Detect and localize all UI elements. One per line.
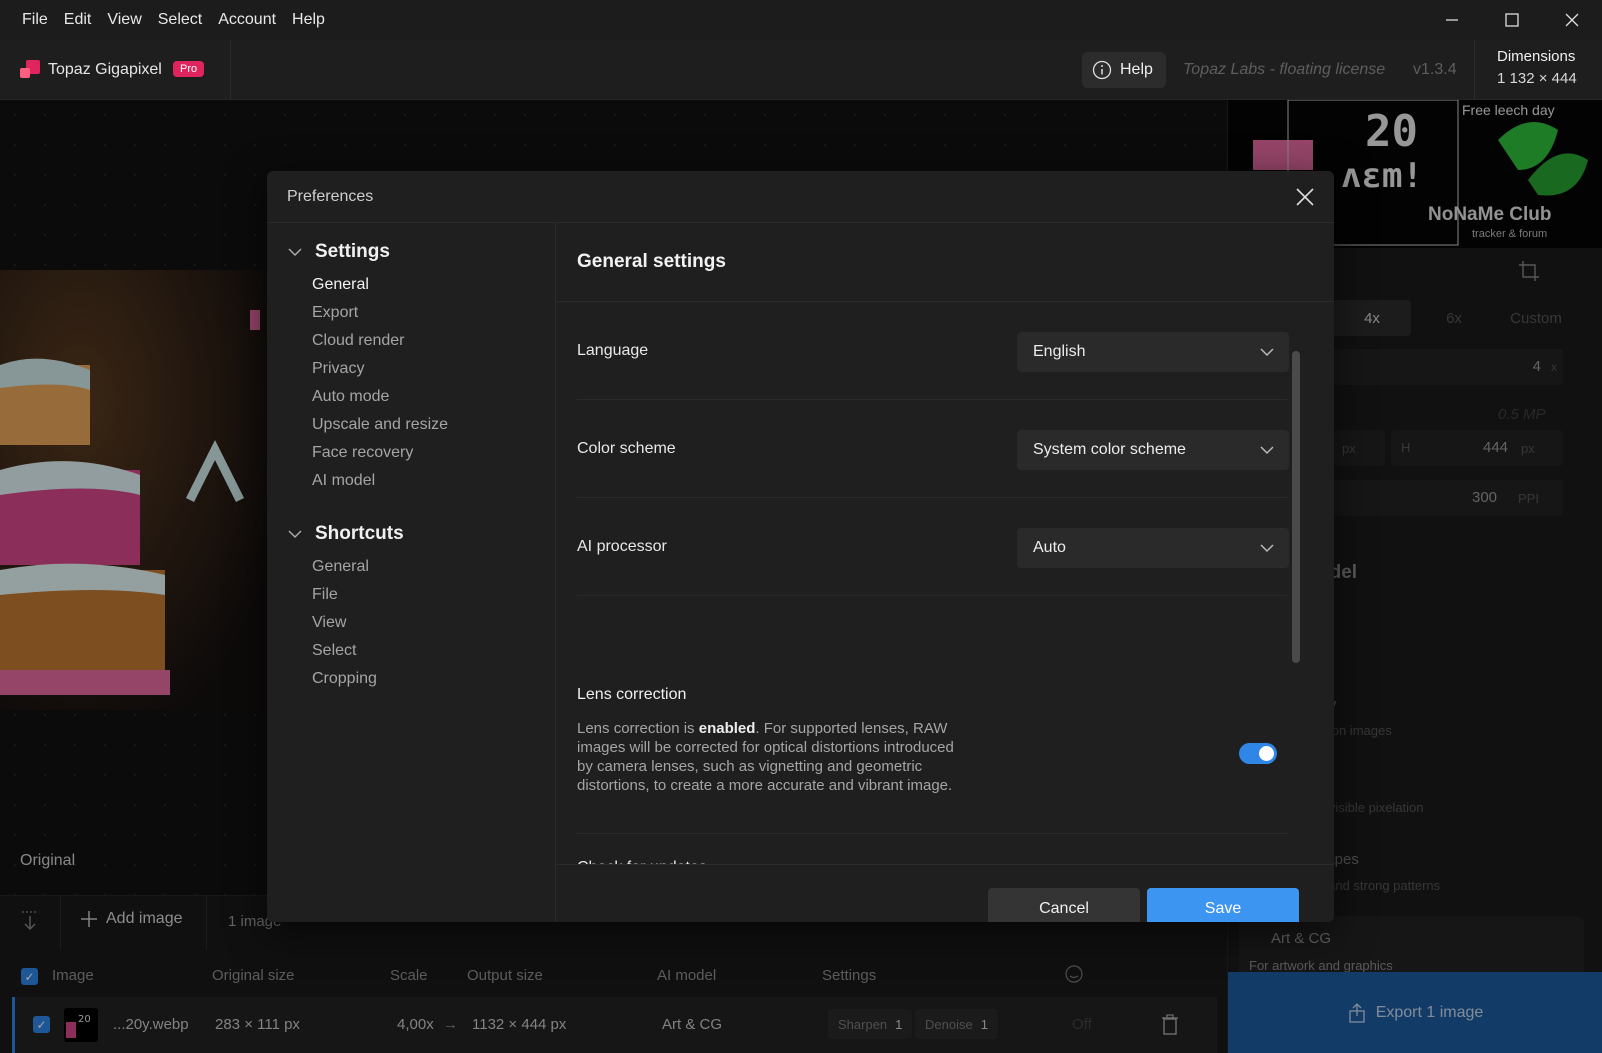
language-select[interactable]: English bbox=[1017, 332, 1289, 372]
color-scheme-select[interactable]: System color scheme bbox=[1017, 430, 1289, 470]
chevron-down-icon bbox=[1260, 348, 1274, 357]
save-button[interactable]: Save bbox=[1147, 888, 1299, 922]
lens-correction-description: Lens correction is enabled. For supporte… bbox=[577, 719, 957, 795]
cancel-button[interactable]: Cancel bbox=[988, 888, 1140, 922]
nav-group-settings[interactable]: Settings bbox=[287, 241, 390, 263]
header-divider bbox=[230, 40, 231, 100]
app-name: Topaz Gigapixel bbox=[48, 61, 162, 78]
nav-item-shortcut-file[interactable]: File bbox=[312, 586, 338, 604]
close-icon[interactable] bbox=[1290, 182, 1320, 212]
dialog-header: Preferences bbox=[267, 171, 1334, 223]
license-text: Topaz Labs - floating license bbox=[1183, 61, 1386, 78]
color-scheme-value: System color scheme bbox=[1033, 441, 1186, 458]
menu-edit[interactable]: Edit bbox=[56, 11, 100, 29]
language-label: Language bbox=[577, 342, 649, 359]
nav-item-shortcut-select[interactable]: Select bbox=[312, 642, 356, 660]
nav-item-cloud-render[interactable]: Cloud render bbox=[312, 332, 405, 350]
scrollbar-thumb[interactable] bbox=[1292, 351, 1300, 663]
ai-processor-row: AI processor Auto bbox=[577, 498, 1289, 596]
nav-item-shortcut-cropping[interactable]: Cropping bbox=[312, 670, 377, 688]
dialog-footer: Cancel Save bbox=[557, 864, 1334, 922]
nav-group-settings-label: Settings bbox=[315, 241, 390, 262]
menu-help[interactable]: Help bbox=[284, 11, 333, 29]
dialog-title: Preferences bbox=[287, 188, 374, 205]
color-scheme-row: Color scheme System color scheme bbox=[577, 400, 1289, 498]
app-header: Topaz Gigapixel Pro Help Topaz Labs - fl… bbox=[0, 40, 1602, 100]
nav-item-shortcut-general[interactable]: General bbox=[312, 558, 369, 576]
help-button[interactable]: Help bbox=[1082, 52, 1166, 88]
nav-item-upscale-resize[interactable]: Upscale and resize bbox=[312, 416, 448, 434]
nav-group-shortcuts[interactable]: Shortcuts bbox=[287, 523, 404, 545]
pro-badge: Pro bbox=[173, 61, 205, 77]
menu-bar: File Edit View Select Account Help bbox=[0, 0, 1602, 40]
topaz-logo-icon bbox=[20, 60, 40, 78]
preferences-dialog: Preferences Settings General Export Clou… bbox=[267, 171, 1334, 922]
minimize-icon[interactable] bbox=[1422, 0, 1482, 40]
ai-processor-label: AI processor bbox=[577, 538, 667, 555]
nav-group-shortcuts-label: Shortcuts bbox=[315, 523, 404, 544]
nav-item-privacy[interactable]: Privacy bbox=[312, 360, 364, 378]
nav-item-ai-model[interactable]: AI model bbox=[312, 472, 375, 490]
lens-correction-title: Lens correction bbox=[577, 686, 687, 703]
menu-account[interactable]: Account bbox=[210, 11, 284, 29]
window-controls bbox=[1422, 0, 1602, 40]
chevron-down-icon bbox=[1260, 446, 1274, 455]
preferences-content: General settings Language English Color … bbox=[557, 223, 1334, 922]
nav-item-face-recovery[interactable]: Face recovery bbox=[312, 444, 413, 462]
nav-item-general[interactable]: General bbox=[312, 276, 369, 294]
nav-item-export[interactable]: Export bbox=[312, 304, 358, 322]
preferences-nav: Settings General Export Cloud render Pri… bbox=[267, 223, 556, 922]
chevron-down-icon bbox=[288, 248, 302, 257]
window-close-icon[interactable] bbox=[1542, 0, 1602, 40]
menu-select[interactable]: Select bbox=[150, 11, 210, 29]
dimensions-label: Dimensions bbox=[1497, 48, 1576, 65]
ai-processor-select[interactable]: Auto bbox=[1017, 528, 1289, 568]
dimensions-value: 1 132 × 444 bbox=[1497, 70, 1577, 87]
maximize-icon[interactable] bbox=[1482, 0, 1542, 40]
help-label: Help bbox=[1120, 61, 1153, 78]
content-title: General settings bbox=[577, 251, 726, 272]
dimensions-panel: Dimensions 1 132 × 444 bbox=[1474, 40, 1602, 100]
language-row: Language English bbox=[577, 302, 1289, 400]
toggle-knob bbox=[1259, 746, 1274, 761]
ai-processor-value: Auto bbox=[1033, 539, 1066, 556]
lens-correction-toggle[interactable] bbox=[1239, 743, 1277, 764]
nav-item-shortcut-view[interactable]: View bbox=[312, 614, 346, 632]
menu-list: File Edit View Select Account Help bbox=[0, 11, 333, 29]
lens-desc-status: enabled bbox=[698, 720, 756, 737]
menu-view[interactable]: View bbox=[99, 11, 149, 29]
chevron-down-icon bbox=[1260, 544, 1274, 553]
version-text: v1.3.4 bbox=[1413, 61, 1457, 78]
info-icon bbox=[1092, 60, 1112, 80]
language-value: English bbox=[1033, 343, 1086, 360]
chevron-down-icon bbox=[288, 530, 302, 539]
lens-divider bbox=[577, 833, 1287, 834]
lens-desc-pre: Lens correction is bbox=[577, 720, 699, 737]
nav-item-auto-mode[interactable]: Auto mode bbox=[312, 388, 389, 406]
color-scheme-label: Color scheme bbox=[577, 440, 676, 457]
menu-file[interactable]: File bbox=[14, 11, 56, 29]
